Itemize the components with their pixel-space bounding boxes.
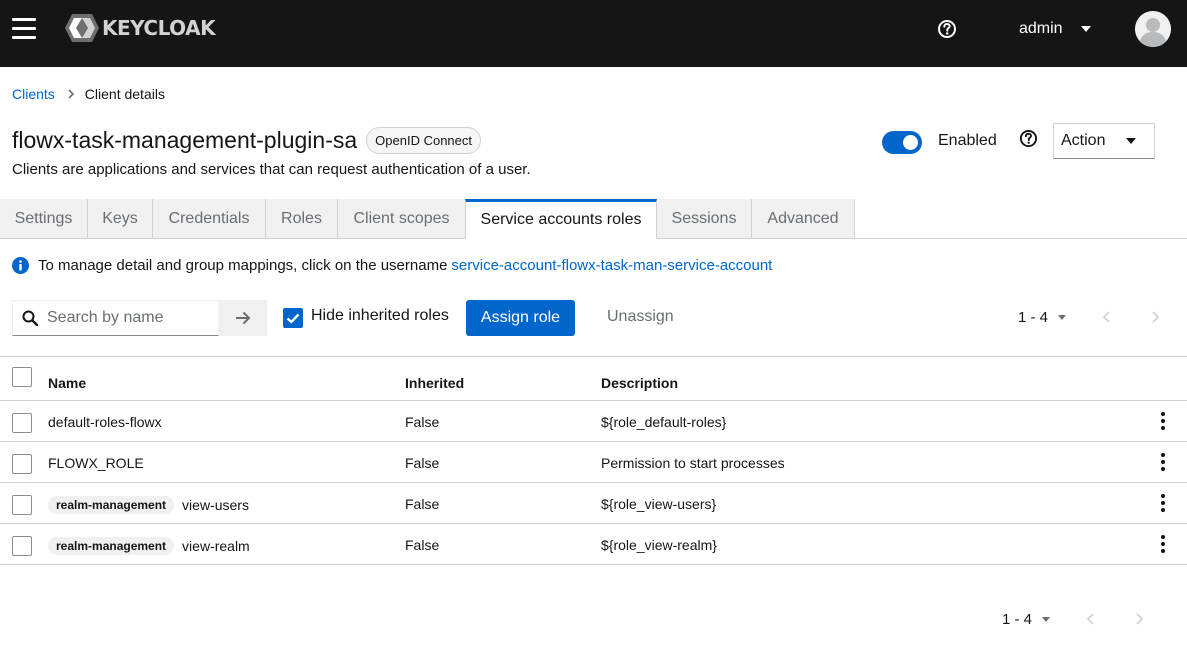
table-row: default-roles-flowx False ${role_default… <box>0 401 1187 442</box>
client-tabs: Settings Keys Credentials Roles Client s… <box>0 199 1187 239</box>
keycloak-logo-icon <box>65 14 99 42</box>
role-description: Permission to start processes <box>601 455 785 471</box>
next-page-icon[interactable] <box>1133 613 1145 625</box>
previous-page-icon[interactable] <box>1101 311 1113 323</box>
logo-text: KEYCLOAK <box>102 16 216 40</box>
role-name-cell: realm-management view-realm <box>48 537 250 555</box>
pagination-toggle[interactable]: 1 - 4 <box>1018 308 1067 326</box>
table-header: Name Inherited Description <box>0 356 1187 401</box>
checkmark-icon <box>286 313 300 324</box>
user-name: admin <box>1019 20 1063 37</box>
caret-down-icon <box>1042 616 1051 622</box>
service-account-user-link[interactable]: service-account-flowx-task-man-service-a… <box>451 257 772 274</box>
column-header-description: Description <box>601 375 679 391</box>
action-dropdown[interactable]: Action <box>1053 123 1155 159</box>
row-checkbox[interactable] <box>12 413 32 433</box>
row-checkbox[interactable] <box>12 495 32 515</box>
next-page-icon[interactable] <box>1149 311 1161 323</box>
tab-keys[interactable]: Keys <box>88 199 153 239</box>
role-inherited: False <box>405 496 440 512</box>
row-checkbox[interactable] <box>12 536 32 556</box>
enabled-label: Enabled <box>938 132 997 149</box>
search-submit-button[interactable] <box>219 300 267 336</box>
breadcrumb-clients-link[interactable]: Clients <box>12 86 55 102</box>
tab-advanced[interactable]: Advanced <box>752 199 855 239</box>
role-name: view-realm <box>182 538 250 554</box>
pagination-count: 1 - 4 <box>1002 610 1033 628</box>
roles-table: Name Inherited Description default-roles… <box>0 356 1187 565</box>
tab-client-scopes[interactable]: Client scopes <box>338 199 466 239</box>
arrow-right-icon <box>236 311 251 325</box>
protocol-badge: OpenID Connect <box>366 127 481 154</box>
row-actions-kebab-icon[interactable] <box>1159 494 1167 512</box>
search-icon <box>22 310 38 326</box>
help-icon[interactable] <box>937 19 957 39</box>
caret-down-icon <box>1058 314 1067 320</box>
hide-inherited-checkbox[interactable] <box>283 308 303 328</box>
search-box <box>12 300 219 336</box>
tab-sessions[interactable]: Sessions <box>657 199 752 239</box>
table-row: realm-management view-realm False ${role… <box>0 524 1187 565</box>
client-chip: realm-management <box>48 537 175 555</box>
toggle-knob <box>903 135 918 150</box>
pagination-top: 1 - 4 <box>1018 307 1067 327</box>
column-header-inherited: Inherited <box>405 375 465 391</box>
masthead: KEYCLOAK admin <box>0 0 1187 67</box>
tab-settings[interactable]: Settings <box>0 199 88 239</box>
role-name: FLOWX_ROLE <box>48 455 144 471</box>
client-chip: realm-management <box>48 496 175 514</box>
tab-roles[interactable]: Roles <box>266 199 338 239</box>
role-description: ${role_default-roles} <box>601 414 727 430</box>
table-row: FLOWX_ROLE False Permission to start pro… <box>0 442 1187 483</box>
role-name: default-roles-flowx <box>48 414 162 430</box>
title-row: flowx-task-management-plugin-sa OpenID C… <box>12 127 481 154</box>
avatar[interactable] <box>1135 11 1171 47</box>
column-header-name: Name <box>48 375 87 391</box>
info-circle-icon <box>12 257 29 274</box>
hamburger-menu-icon[interactable] <box>12 18 36 40</box>
enabled-toggle[interactable] <box>882 131 922 154</box>
role-description: ${role_view-users} <box>601 496 717 512</box>
info-message: To manage detail and group mappings, cli… <box>12 257 772 274</box>
role-description: ${role_view-realm} <box>601 537 717 553</box>
previous-page-icon[interactable] <box>1085 613 1097 625</box>
tab-service-accounts-roles[interactable]: Service accounts roles <box>465 199 657 239</box>
role-name-cell: realm-management view-users <box>48 496 249 514</box>
select-all-checkbox[interactable] <box>12 367 32 387</box>
user-menu[interactable]: admin <box>1019 18 1091 40</box>
role-inherited: False <box>405 537 440 553</box>
pagination-toggle[interactable]: 1 - 4 <box>1002 610 1051 628</box>
row-actions-kebab-icon[interactable] <box>1159 453 1167 471</box>
unassign-button[interactable]: Unassign <box>607 308 674 326</box>
pagination-bottom: 1 - 4 <box>1002 609 1051 629</box>
hide-inherited-label[interactable]: Hide inherited roles <box>311 307 449 325</box>
action-dropdown-label: Action <box>1061 132 1106 149</box>
keycloak-logo[interactable]: KEYCLOAK <box>64 12 216 44</box>
role-inherited: False <box>405 455 440 471</box>
caret-down-icon <box>1080 26 1091 32</box>
search-input[interactable] <box>47 309 217 327</box>
tab-credentials[interactable]: Credentials <box>153 199 266 239</box>
role-inherited: False <box>405 414 440 430</box>
role-name: view-users <box>182 497 249 513</box>
user-avatar-icon <box>1135 11 1171 47</box>
breadcrumb: Clients Client details <box>12 86 165 102</box>
caret-down-icon <box>1126 138 1136 144</box>
help-icon[interactable] <box>1019 129 1038 148</box>
chevron-right-icon <box>68 89 74 99</box>
pagination-count: 1 - 4 <box>1018 308 1049 326</box>
info-text: To manage detail and group mappings, cli… <box>38 257 448 274</box>
page-subtitle: Clients are applications and services th… <box>12 161 531 178</box>
breadcrumb-current: Client details <box>84 86 165 102</box>
page-title: flowx-task-management-plugin-sa <box>12 127 358 153</box>
row-actions-kebab-icon[interactable] <box>1159 412 1167 430</box>
assign-role-button[interactable]: Assign role <box>466 300 575 336</box>
row-checkbox[interactable] <box>12 454 32 474</box>
row-actions-kebab-icon[interactable] <box>1159 535 1167 553</box>
table-row: realm-management view-users False ${role… <box>0 483 1187 524</box>
